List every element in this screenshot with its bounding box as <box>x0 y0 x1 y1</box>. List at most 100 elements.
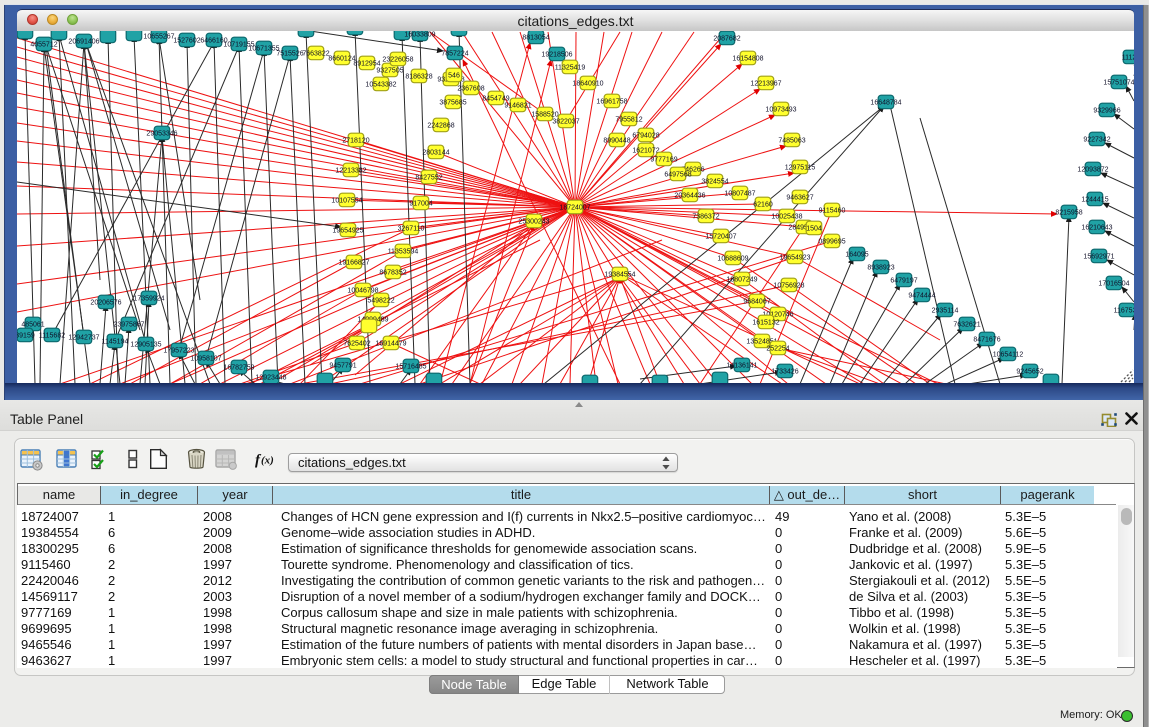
svg-text:12905135: 12905135 <box>130 342 161 349</box>
svg-text:164095: 164095 <box>845 252 868 259</box>
svg-text:(x): (x) <box>261 455 274 467</box>
svg-text:25300243: 25300243 <box>518 219 549 226</box>
svg-text:17016504: 17016504 <box>1098 281 1129 288</box>
svg-text:2718120: 2718120 <box>342 138 369 145</box>
svg-text:485061: 485061 <box>21 322 44 329</box>
svg-text:14136141: 14136141 <box>726 363 757 370</box>
svg-text:9684067: 9684067 <box>743 299 770 306</box>
svg-text:9457791: 9457791 <box>329 363 356 370</box>
svg-text:16782759: 16782759 <box>223 365 254 372</box>
svg-text:39159: 39159 <box>17 333 35 340</box>
svg-text:1167533: 1167533 <box>1114 308 1134 315</box>
svg-text:2935114: 2935114 <box>932 308 959 315</box>
svg-text:8678352: 8678352 <box>379 270 406 277</box>
svg-text:20206576: 20206576 <box>90 300 121 307</box>
svg-text:7515526: 7515526 <box>276 51 303 58</box>
svg-text:917004: 917004 <box>409 201 432 208</box>
svg-text:546: 546 <box>448 73 460 80</box>
svg-text:9245652: 9245652 <box>1016 369 1043 376</box>
svg-text:7625402: 7625402 <box>343 341 370 348</box>
svg-text:8990448: 8990448 <box>603 138 630 145</box>
svg-text:10958107: 10958107 <box>190 356 221 363</box>
svg-text:23226058: 23226058 <box>382 57 413 64</box>
svg-text:9474444: 9474444 <box>908 293 935 300</box>
svg-text:10107554: 10107554 <box>331 198 362 205</box>
svg-text:19384554: 19384554 <box>604 272 635 279</box>
svg-text:10756928: 10756928 <box>773 283 804 290</box>
svg-text:7386372: 7386372 <box>692 214 719 221</box>
svg-text:20691406: 20691406 <box>68 39 99 46</box>
svg-text:8427552: 8427552 <box>415 175 442 182</box>
svg-text:10654112: 10654112 <box>993 352 1024 359</box>
svg-text:1504: 1504 <box>806 226 822 233</box>
svg-text:3824554: 3824554 <box>701 179 728 186</box>
svg-text:7663822: 7663822 <box>302 51 329 58</box>
svg-text:9329966: 9329966 <box>1093 108 1120 115</box>
svg-text:16210643: 16210643 <box>1081 225 1112 232</box>
svg-text:5498222: 5498222 <box>367 298 394 305</box>
svg-text:12213967: 12213967 <box>750 81 781 88</box>
svg-text:9115460: 9115460 <box>819 208 846 215</box>
svg-text:7485063: 7485063 <box>778 138 805 145</box>
svg-text:6479197: 6479197 <box>890 278 917 285</box>
svg-text:2367608: 2367608 <box>457 86 484 93</box>
svg-text:11121: 11121 <box>1122 55 1134 62</box>
svg-text:16961758: 16961758 <box>596 99 627 106</box>
svg-text:10671355: 10671355 <box>248 46 279 53</box>
svg-text:9146821: 9146821 <box>504 103 531 110</box>
svg-text:2803144: 2803144 <box>422 150 449 157</box>
svg-text:12975115: 12975115 <box>785 165 816 172</box>
svg-text:11353594: 11353594 <box>388 249 419 256</box>
svg-text:10655267: 10655267 <box>143 34 174 41</box>
svg-text:17359924: 17359924 <box>133 296 164 303</box>
svg-text:23975867: 23975867 <box>113 322 144 329</box>
svg-text:12213382: 12213382 <box>335 168 366 175</box>
svg-text:1588520: 1588520 <box>531 112 558 119</box>
svg-text:3822037: 3822037 <box>552 119 579 126</box>
svg-text:19654925: 19654925 <box>332 228 363 235</box>
svg-text:10807487: 10807487 <box>724 191 755 198</box>
svg-text:18640910: 18640910 <box>572 81 603 88</box>
svg-text:12942737: 12942737 <box>68 335 99 342</box>
svg-text:0899695: 0899695 <box>818 239 845 246</box>
svg-text:9227342: 9227342 <box>1083 137 1110 144</box>
svg-text:18724007: 18724007 <box>559 205 590 212</box>
svg-text:15716485: 15716485 <box>395 364 426 371</box>
svg-text:4055712: 4055712 <box>30 42 57 49</box>
svg-text:16033809: 16033809 <box>404 32 435 39</box>
svg-text:2242868: 2242868 <box>427 123 454 130</box>
svg-text:8938923: 8938923 <box>867 265 894 272</box>
svg-text:15751074: 15751074 <box>1103 80 1134 87</box>
svg-text:7955812: 7955812 <box>615 117 642 124</box>
svg-text:62160: 62160 <box>753 202 773 209</box>
svg-text:8471676: 8471676 <box>973 337 1000 344</box>
svg-text:17957223: 17957223 <box>163 348 194 355</box>
svg-text:16648784: 16648784 <box>870 100 901 107</box>
svg-text:10025438: 10025438 <box>771 214 802 221</box>
svg-text:8813054: 8813054 <box>522 35 549 42</box>
svg-text:8186328: 8186328 <box>405 74 432 81</box>
svg-text:16914479: 16914479 <box>375 341 406 348</box>
svg-text:19654923: 19654923 <box>779 255 810 262</box>
svg-text:12923448: 12923448 <box>255 375 286 382</box>
svg-text:11325419: 11325419 <box>555 65 586 72</box>
svg-text:2087682: 2087682 <box>713 36 740 43</box>
svg-text:29053346: 29053346 <box>146 131 177 138</box>
svg-text:9777169: 9777169 <box>650 157 677 164</box>
svg-text:7857224: 7857224 <box>441 51 468 58</box>
svg-text:18807249: 18807249 <box>726 277 757 284</box>
svg-text:15720407: 15720407 <box>705 234 736 241</box>
svg-text:10688609: 10688609 <box>717 256 748 263</box>
svg-text:1145194: 1145194 <box>102 339 129 346</box>
svg-text:1115682: 1115682 <box>39 333 65 340</box>
svg-text:8912954: 8912954 <box>353 61 380 68</box>
svg-text:1621072: 1621072 <box>632 148 659 155</box>
svg-text:3267110: 3267110 <box>398 226 425 233</box>
svg-text:7632621: 7632621 <box>953 322 980 329</box>
svg-text:3875685: 3875685 <box>439 100 466 107</box>
svg-text:20364436: 20364436 <box>674 193 705 200</box>
svg-text:8660124: 8660124 <box>328 56 355 63</box>
svg-text:252254: 252254 <box>766 346 789 353</box>
svg-text:8215958: 8215958 <box>1055 210 1082 217</box>
svg-text:9327505: 9327505 <box>376 68 403 75</box>
